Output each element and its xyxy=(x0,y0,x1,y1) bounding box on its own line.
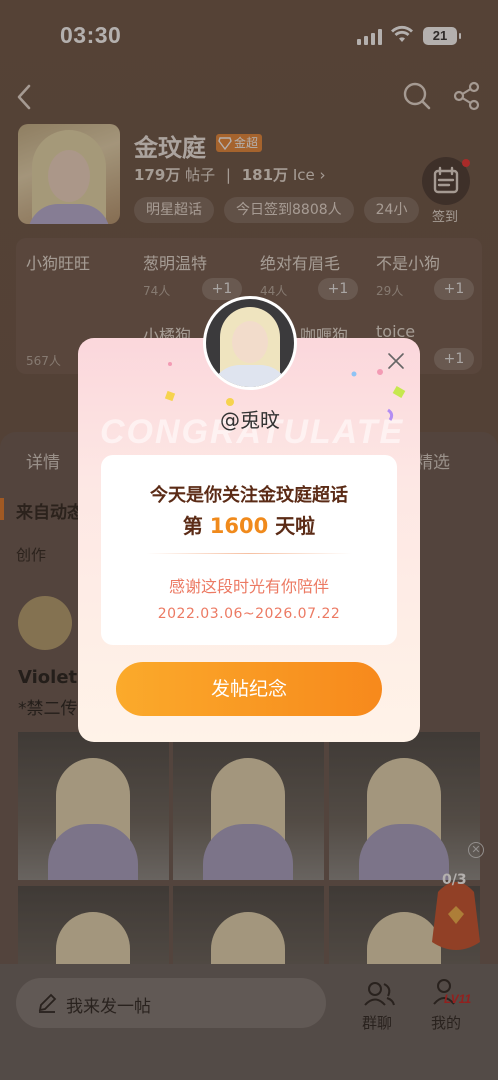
card-divider xyxy=(146,553,352,554)
days-suffix: 天啦 xyxy=(268,514,316,538)
username: @兎旼 xyxy=(220,408,280,432)
days-message: 第 1600 天啦 xyxy=(101,510,397,539)
post-memorial-button[interactable]: 发帖纪念 xyxy=(116,662,382,716)
modal-close-icon[interactable] xyxy=(386,351,406,371)
follow-message: 今天是你关注金玟庭超话 xyxy=(150,485,348,506)
date-range: 2022.03.06~2026.07.22 xyxy=(157,606,341,622)
days-prefix: 第 xyxy=(182,514,210,538)
days-count: 1600 xyxy=(209,514,269,538)
user-avatar xyxy=(203,296,297,390)
thanks-message: 感谢这段时光有你陪伴 xyxy=(168,577,329,596)
